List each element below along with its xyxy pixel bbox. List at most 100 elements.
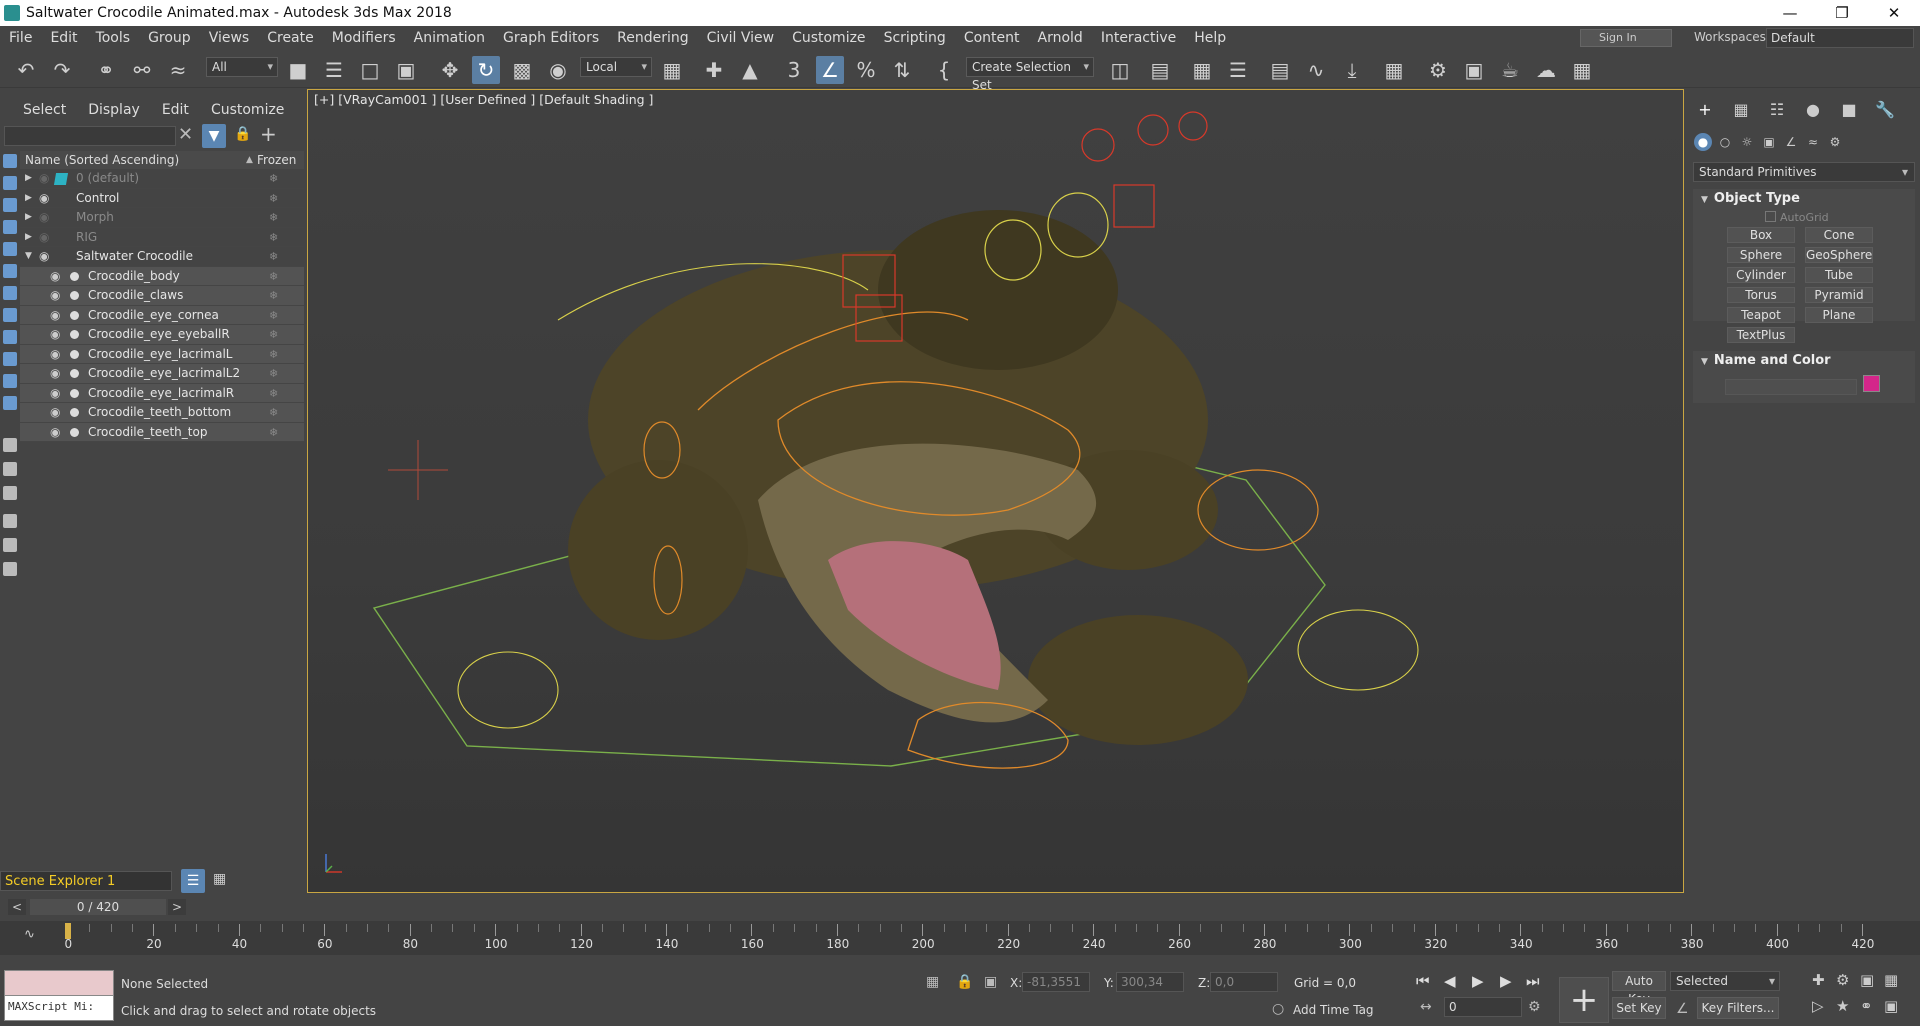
menu-edit[interactable]: Edit [41,26,86,50]
expand-arrow-icon[interactable]: ▶ [25,189,32,209]
rendered-frame-window-icon[interactable]: ▣ [1460,56,1488,84]
snaps-toggle-icon[interactable]: 3 [780,56,808,84]
name-color-header[interactable]: ▼ Name and Color [1693,351,1915,371]
tree-row-object[interactable]: ◉ Crocodile_eye_lacrimalL ❄ [20,344,304,364]
frozen-toggle-icon[interactable]: ❄ [269,306,278,326]
display-particles-icon[interactable] [3,374,17,388]
menu-interactive[interactable]: Interactive [1092,26,1185,50]
sort-by-layers-icon[interactable]: ☰ [181,869,205,893]
render-production-icon[interactable]: ☕ [1496,56,1524,84]
previous-frame-button[interactable]: < [8,899,26,915]
set-key-button[interactable]: Set Key [1612,997,1666,1019]
tab-customize[interactable]: Customize [200,100,296,120]
menu-rendering[interactable]: Rendering [608,26,698,50]
tab-edit[interactable]: Edit [151,100,200,120]
tree-row-object[interactable]: ◉ Crocodile_eye_cornea ❄ [20,305,304,326]
orbit-subobject-icon[interactable]: ⚭ [1860,997,1873,1015]
display-geometry-icon[interactable] [3,154,17,168]
display-cameras-icon[interactable] [3,220,17,234]
selection-filter-dropdown[interactable]: All [206,57,278,77]
schematic-view-icon[interactable]: ⤓ [1338,56,1366,84]
sort-by-hierarchy-icon[interactable]: ▦ [213,871,226,887]
select-by-name-icon[interactable]: ☰ [320,56,348,84]
sphere-button[interactable]: Sphere [1727,247,1795,263]
go-to-start-icon[interactable]: ⏮ [1416,972,1430,990]
previous-key-icon[interactable]: ◀ [1444,972,1456,990]
visibility-eye-icon[interactable]: ◉ [39,228,49,248]
create-tab-icon[interactable]: + [1694,99,1716,121]
explorer-name-dropdown[interactable]: Scene Explorer 1 [0,871,172,891]
minimize-button[interactable]: — [1764,0,1816,26]
play-icon[interactable]: ▶ [1472,972,1484,990]
object-name-input[interactable] [1725,379,1857,395]
next-key-icon[interactable]: ▶ [1500,972,1512,990]
bind-spacewarp-icon[interactable]: ≈ [164,56,192,84]
visibility-eye-icon[interactable]: ◉ [50,267,60,287]
scale-icon[interactable]: ▩ [508,56,536,84]
select-manipulate-icon[interactable]: ✚ [700,56,728,84]
key-filters-button[interactable]: Key Filters... [1697,997,1779,1019]
display-containers-icon[interactable] [3,352,17,366]
go-to-end-icon[interactable]: ⏭ [1526,972,1540,990]
angle-snap-icon[interactable]: ∠ [816,56,844,84]
menu-arnold[interactable]: Arnold [1029,26,1092,50]
key-mode-dropdown[interactable]: Selected [1670,971,1780,991]
ribbon-toggle-icon[interactable]: ▤ [1266,56,1294,84]
frozen-toggle-icon[interactable]: ❄ [269,286,278,306]
display-shapes-icon[interactable] [3,176,17,190]
frozen-toggle-icon[interactable]: ❄ [269,364,278,384]
visibility-eye-icon[interactable]: ◉ [50,423,60,443]
scene-explorer-toggle-icon[interactable]: ▦ [1188,56,1216,84]
frozen-toggle-icon[interactable]: ❄ [269,247,278,267]
lock-icon[interactable]: 🔒 [234,126,251,142]
shapes-icon[interactable]: ○ [1716,133,1734,151]
menu-views[interactable]: Views [200,26,259,50]
keyboard-shortcut-override-icon[interactable]: ▲ [736,56,764,84]
visibility-eye-icon[interactable]: ◉ [50,364,60,384]
menu-graph-editors[interactable]: Graph Editors [494,26,608,50]
material-editor-icon[interactable]: ▦ [1380,56,1408,84]
visibility-eye-icon[interactable]: ◉ [50,384,60,404]
default-in-out-tangents-icon[interactable]: ∠ [1676,1001,1689,1017]
current-frame-marker[interactable] [65,923,71,939]
perspective-viewport[interactable]: [+] [VRayCam001 ] [User Defined ] [Defau… [307,89,1684,893]
systems-icon[interactable]: ⚙ [1826,133,1844,151]
plane-button[interactable]: Plane [1805,307,1873,323]
frozen-toggle-icon[interactable]: ❄ [269,228,278,248]
x-coordinate-field[interactable]: -81,3551 [1022,972,1090,992]
cameras-icon[interactable]: ▣ [1760,133,1778,151]
visibility-eye-icon[interactable]: ◉ [50,286,60,306]
visibility-eye-icon[interactable]: ◉ [50,306,60,326]
curve-editor-mini-icon[interactable]: ∿ [24,927,35,942]
align-icon[interactable]: ▤ [1146,56,1174,84]
display-xrefs-icon[interactable] [3,308,17,322]
rotate-icon[interactable]: ↻ [472,56,500,84]
pyramid-button[interactable]: Pyramid [1805,287,1873,303]
helpers-icon[interactable]: ∠ [1782,133,1800,151]
lights-icon[interactable]: ☼ [1738,133,1756,151]
viewport-scene[interactable] [308,90,1684,893]
geosphere-button[interactable]: GeoSphere [1805,247,1873,263]
place-icon[interactable]: ◉ [544,56,572,84]
clear-search-icon[interactable]: ✕ [178,124,193,145]
frozen-toggle-icon[interactable]: ❄ [269,208,278,228]
pan-view-icon[interactable]: ▷ [1812,997,1824,1015]
add-time-tag-button[interactable]: Add Time Tag [1293,1003,1374,1017]
selection-set-dropdown[interactable]: Create Selection Set [966,57,1094,92]
undo-icon[interactable]: ↶ [12,56,40,84]
menu-file[interactable]: File [0,26,41,50]
redo-icon[interactable]: ↷ [48,56,76,84]
spinner-snap-icon[interactable]: ⇅ [888,56,916,84]
visibility-eye-icon[interactable]: ◉ [39,169,49,189]
selection-lock-icon[interactable]: 🔒 [956,974,973,990]
modify-tab-icon[interactable]: ▦ [1730,99,1752,121]
tree-row-layer-morph[interactable]: ▶ ◉ Morph ❄ [20,208,304,228]
coordinate-system-dropdown[interactable]: Local [580,57,652,77]
orbit-icon[interactable]: ⚙ [1836,971,1849,989]
tree-row-object[interactable]: ◉ Crocodile_teeth_bottom ❄ [20,403,304,423]
tree-row-object[interactable]: ◉ Crocodile_eye_lacrimalR ❄ [20,383,304,404]
collapse-arrow-icon[interactable]: ▼ [25,247,32,267]
percent-snap-icon[interactable]: % [852,56,880,84]
frozen-toggle-icon[interactable]: ❄ [269,267,278,287]
time-slider-handle[interactable]: 0 / 420 [30,899,166,915]
